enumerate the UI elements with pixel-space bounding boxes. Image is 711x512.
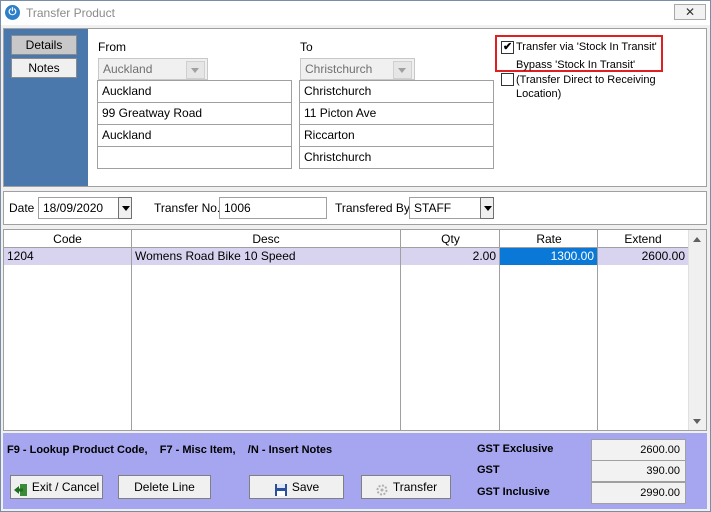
- bypass-transit-note-1: (Transfer Direct to Receiving: [516, 74, 656, 86]
- table-row-rate[interactable]: 1300.00: [500, 248, 597, 265]
- scroll-down-icon[interactable]: [688, 413, 706, 430]
- delete-line-button[interactable]: Delete Line: [118, 475, 211, 499]
- date-input[interactable]: 18/09/2020: [38, 197, 119, 219]
- window-title: Transfer Product: [26, 6, 115, 20]
- date-dropdown-icon[interactable]: [118, 197, 132, 219]
- from-address-line-4[interactable]: [97, 146, 292, 169]
- floppy-disk-icon: [274, 481, 288, 496]
- transfer-no-input[interactable]: 1006: [219, 197, 327, 219]
- table-row-extend[interactable]: 2600.00: [598, 248, 688, 265]
- gst-inclusive-value: 2990.00: [591, 482, 686, 504]
- transfered-by-dropdown-icon[interactable]: [480, 197, 494, 219]
- to-label: To: [300, 40, 313, 54]
- transfer-gear-icon: [375, 481, 389, 496]
- transfer-label: Transfer: [392, 480, 438, 494]
- scroll-up-icon[interactable]: [688, 231, 706, 248]
- close-button[interactable]: ✕: [674, 4, 706, 20]
- save-label: Save: [291, 480, 320, 494]
- bypass-transit-label: Bypass 'Stock In Transit': [516, 59, 636, 71]
- column-header-rate[interactable]: Rate: [500, 230, 598, 248]
- from-location-select[interactable]: Auckland: [98, 58, 208, 80]
- product-grid: Code Desc Qty Rate Extend 1204 Womens Ro…: [3, 229, 707, 431]
- vertical-scrollbar[interactable]: [688, 230, 706, 430]
- column-header-qty[interactable]: Qty: [401, 230, 500, 248]
- bypass-transit-note-2: Location): [516, 88, 562, 100]
- to-address-line-2[interactable]: 11 Picton Ave: [299, 102, 494, 125]
- from-label: From: [98, 40, 126, 54]
- transfered-by-input[interactable]: STAFF: [409, 197, 481, 219]
- exit-icon: [13, 481, 28, 496]
- gst-label: GST: [477, 464, 500, 476]
- transfer-button[interactable]: Transfer: [361, 475, 451, 499]
- date-label: Date: [9, 201, 35, 215]
- via-transit-checkbox[interactable]: [501, 40, 514, 54]
- gst-value: 390.00: [591, 460, 686, 482]
- to-address-line-3[interactable]: Riccarton: [299, 124, 494, 147]
- power-icon: ⏻: [5, 5, 20, 20]
- column-header-desc[interactable]: Desc: [131, 230, 401, 248]
- gst-inclusive-label: GST Inclusive: [477, 486, 550, 498]
- gst-exclusive-value: 2600.00: [591, 439, 686, 461]
- via-transit-label: Transfer via 'Stock In Transit': [516, 41, 657, 53]
- exit-cancel-button[interactable]: Exit / Cancel: [10, 475, 103, 499]
- to-location-select[interactable]: Christchurch: [300, 58, 415, 80]
- save-button[interactable]: Save: [249, 475, 344, 499]
- table-row-code[interactable]: 1204: [4, 248, 131, 265]
- keyboard-hints: F9 - Lookup Product Code, F7 - Misc Item…: [7, 444, 333, 456]
- from-address-line-1[interactable]: Auckland: [97, 80, 292, 103]
- chevron-down-icon[interactable]: [186, 61, 205, 79]
- tab-notes[interactable]: Notes: [11, 58, 77, 78]
- tab-details[interactable]: Details: [11, 35, 77, 55]
- column-header-extend[interactable]: Extend: [598, 230, 688, 248]
- chevron-down-icon[interactable]: [393, 61, 412, 79]
- table-row-desc[interactable]: Womens Road Bike 10 Speed: [132, 248, 400, 265]
- transfer-no-label: Transfer No.: [154, 201, 221, 215]
- to-location-value: Christchurch: [305, 62, 373, 76]
- to-address-line-1[interactable]: Christchurch: [299, 80, 494, 103]
- to-address-line-4[interactable]: Christchurch: [299, 146, 494, 169]
- transfered-by-label: Transfered By: [335, 201, 410, 215]
- bypass-transit-checkbox[interactable]: [501, 73, 514, 86]
- from-location-value: Auckland: [103, 62, 153, 76]
- column-header-code[interactable]: Code: [4, 230, 131, 248]
- from-address-line-2[interactable]: 99 Greatway Road: [97, 102, 292, 125]
- from-address-line-3[interactable]: Auckland: [97, 124, 292, 147]
- table-row-qty[interactable]: 2.00: [401, 248, 499, 265]
- gst-exclusive-label: GST Exclusive: [477, 443, 554, 455]
- exit-cancel-label: Exit / Cancel: [31, 480, 100, 494]
